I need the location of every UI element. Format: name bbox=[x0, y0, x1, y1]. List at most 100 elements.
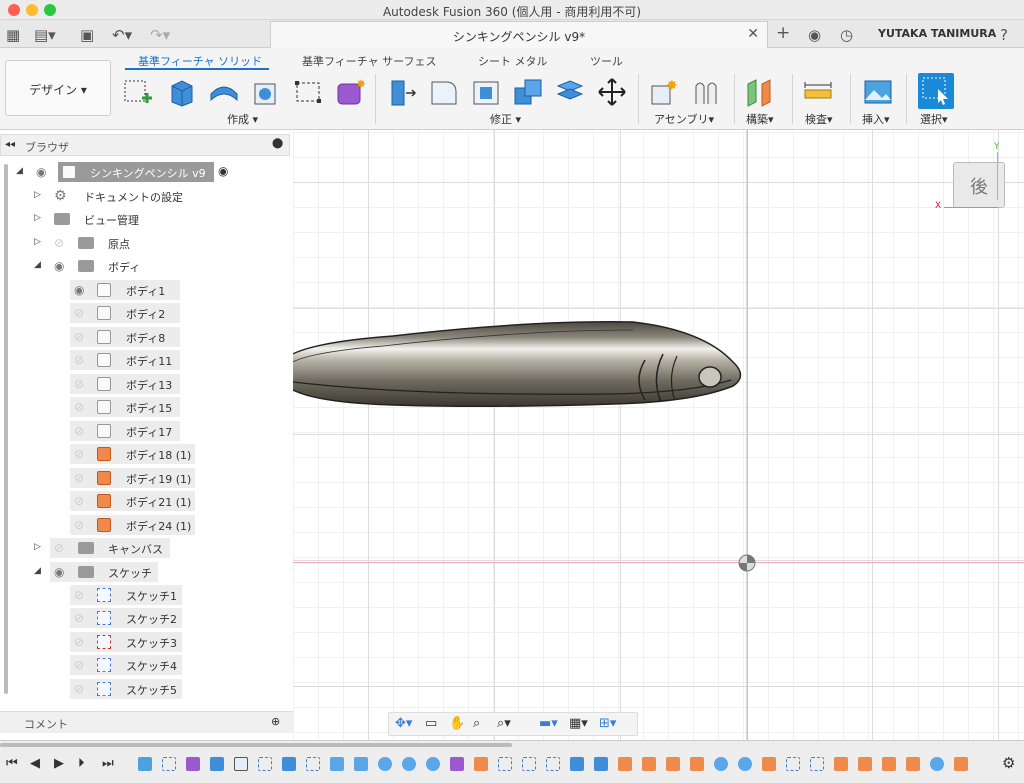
step-forward-icon[interactable]: ⏵ bbox=[78, 756, 85, 771]
eye-hidden-icon[interactable]: ⊘ bbox=[74, 424, 84, 438]
insert-group-label[interactable]: 挿入▾ bbox=[862, 111, 890, 127]
timeline-sketch-feature[interactable] bbox=[786, 757, 800, 771]
fillet-icon[interactable] bbox=[428, 76, 460, 108]
go-to-end-icon[interactable]: ⏭ bbox=[102, 756, 114, 771]
eye-hidden-icon[interactable]: ⊘ bbox=[74, 377, 84, 391]
timeline-extrude-feature[interactable] bbox=[594, 757, 608, 771]
tab-solid[interactable]: 基準フィーチャ ソリッド bbox=[138, 53, 262, 69]
body-row[interactable]: ⊘ ボディ11 bbox=[0, 350, 200, 370]
pan-icon[interactable]: ✋ bbox=[449, 716, 465, 731]
timeline-pipe-feature[interactable] bbox=[930, 757, 944, 771]
select-group-label[interactable]: 選択▾ bbox=[920, 111, 948, 127]
eye-hidden-icon[interactable]: ⊘ bbox=[54, 541, 64, 555]
body-row[interactable]: ⊘ ボディ21 (1) bbox=[0, 491, 200, 511]
timeline-combine-feature[interactable] bbox=[858, 757, 872, 771]
play-icon[interactable]: ▶ bbox=[54, 756, 64, 771]
look-at-icon[interactable]: ▭ bbox=[425, 716, 437, 731]
shell-icon[interactable] bbox=[470, 76, 502, 108]
eye-hidden-icon[interactable]: ⊘ bbox=[74, 611, 84, 625]
browser-item-document-settings[interactable]: ▷ ⚙ ドキュメントの設定 bbox=[0, 186, 200, 206]
eye-hidden-icon[interactable]: ⊘ bbox=[74, 306, 84, 320]
timeline-sketch-feature[interactable] bbox=[522, 757, 536, 771]
collapse-triangle-icon[interactable]: ◢ bbox=[34, 566, 41, 576]
eye-icon[interactable]: ◉ bbox=[74, 283, 84, 297]
browser-toggle-icon[interactable]: ⬤ bbox=[272, 138, 283, 149]
create-group-label[interactable]: 作成 ▾ bbox=[227, 111, 258, 127]
zoom-window-icon[interactable]: ⌕▾ bbox=[497, 716, 511, 731]
origin-marker-icon[interactable] bbox=[738, 554, 756, 572]
assemble-group-label[interactable]: アセンブリ▾ bbox=[654, 111, 714, 127]
close-tab-icon[interactable]: ✕ bbox=[747, 26, 759, 42]
collapse-triangle-icon[interactable]: ◢ bbox=[34, 260, 41, 270]
undo-icon[interactable]: ↶▾ bbox=[112, 26, 132, 44]
move-icon[interactable] bbox=[596, 76, 628, 108]
combine-icon[interactable] bbox=[512, 76, 544, 108]
eye-hidden-icon[interactable]: ⊘ bbox=[74, 447, 84, 461]
create-sketch-icon[interactable] bbox=[122, 76, 154, 108]
extrude-icon[interactable] bbox=[166, 76, 198, 108]
design-canvas[interactable] bbox=[277, 130, 1024, 740]
timeline-fillet-feature[interactable] bbox=[762, 757, 776, 771]
body-row[interactable]: ⊘ ボディ15 bbox=[0, 397, 200, 417]
timeline-fillet-feature[interactable] bbox=[474, 757, 488, 771]
body-row[interactable]: ◉ ボディ1 bbox=[0, 280, 200, 300]
measure-icon[interactable] bbox=[802, 76, 834, 108]
revolve-icon[interactable] bbox=[208, 76, 240, 108]
expand-triangle-icon[interactable]: ▷ bbox=[34, 237, 41, 247]
timeline-canvas-feature[interactable] bbox=[138, 757, 152, 771]
timeline-extrude-feature[interactable] bbox=[570, 757, 584, 771]
timeline-form-feature[interactable] bbox=[186, 757, 200, 771]
eye-icon[interactable]: ◉ bbox=[54, 259, 64, 273]
browser-item-sketches[interactable]: ◢ ◉ スケッチ bbox=[0, 562, 200, 582]
timeline-combine-feature[interactable] bbox=[690, 757, 704, 771]
timeline-sketch-feature[interactable] bbox=[258, 757, 272, 771]
timeline-pipe-feature[interactable] bbox=[738, 757, 752, 771]
eye-hidden-icon[interactable]: ⊘ bbox=[74, 330, 84, 344]
zoom-icon[interactable]: ⌕ bbox=[473, 716, 480, 731]
new-tab-icon[interactable]: + bbox=[776, 23, 790, 43]
go-to-start-icon[interactable]: ⏮ bbox=[6, 756, 18, 771]
add-comment-icon[interactable]: ⊕ bbox=[271, 715, 280, 728]
browser-root-row[interactable]: ◢ ◉ シンキングペンシル v9 ◉ bbox=[0, 162, 240, 182]
save-icon[interactable]: ▣ bbox=[80, 26, 94, 44]
timeline-pipe-feature[interactable] bbox=[402, 757, 416, 771]
document-tab[interactable]: シンキングペンシル v9* ✕ bbox=[270, 21, 768, 48]
workspace-switcher[interactable]: デザイン ▾ bbox=[5, 60, 111, 116]
timeline-sketch-feature[interactable] bbox=[162, 757, 176, 771]
body-row[interactable]: ⊘ ボディ19 (1) bbox=[0, 468, 200, 488]
joint-icon[interactable] bbox=[690, 76, 722, 108]
offset-plane-icon[interactable] bbox=[744, 76, 776, 108]
eye-hidden-icon[interactable]: ⊘ bbox=[74, 682, 84, 696]
body-row[interactable]: ⊘ ボディ18 (1) bbox=[0, 444, 200, 464]
timeline-shell-feature[interactable] bbox=[234, 757, 248, 771]
timeline-sketch-feature[interactable] bbox=[306, 757, 320, 771]
sketch-row[interactable]: ⊘ スケッチ1 bbox=[0, 585, 200, 605]
tab-surface[interactable]: 基準フィーチャ サーフェス bbox=[302, 53, 437, 69]
apps-grid-icon[interactable]: ▦ bbox=[6, 26, 20, 44]
box-icon[interactable] bbox=[250, 76, 282, 108]
expand-triangle-icon[interactable]: ◢ bbox=[16, 166, 23, 176]
pencil-lure-body[interactable] bbox=[273, 310, 753, 420]
timeline-sketch-feature[interactable] bbox=[810, 757, 824, 771]
clock-icon[interactable]: ◷ bbox=[840, 26, 853, 44]
press-pull-icon[interactable] bbox=[386, 76, 418, 108]
step-back-icon[interactable]: ◀ bbox=[30, 756, 40, 771]
split-body-icon[interactable] bbox=[554, 76, 586, 108]
collapse-browser-icon[interactable]: ◂◂ bbox=[5, 139, 15, 150]
expand-triangle-icon[interactable]: ▷ bbox=[34, 213, 41, 223]
timeline-sketch-feature[interactable] bbox=[498, 757, 512, 771]
timeline-pipe-feature[interactable] bbox=[714, 757, 728, 771]
body-row[interactable]: ⊘ ボディ2 bbox=[0, 303, 200, 323]
display-settings-icon[interactable]: ▬▾ bbox=[539, 716, 558, 731]
timeline-pipe-feature[interactable] bbox=[378, 757, 392, 771]
form-icon[interactable]: ✸ bbox=[334, 76, 366, 108]
eye-hidden-icon[interactable]: ⊘ bbox=[74, 658, 84, 672]
body-row[interactable]: ⊘ ボディ24 (1) bbox=[0, 515, 200, 535]
eye-icon[interactable]: ◉ bbox=[54, 565, 64, 579]
modify-group-label[interactable]: 修正 ▾ bbox=[490, 111, 521, 127]
browser-item-canvases[interactable]: ▷ ⊘ キャンバス bbox=[0, 538, 200, 558]
eye-hidden-icon[interactable]: ⊘ bbox=[74, 494, 84, 508]
body-row[interactable]: ⊘ ボディ13 bbox=[0, 374, 200, 394]
eye-hidden-icon[interactable]: ⊘ bbox=[74, 518, 84, 532]
redo-icon[interactable]: ↷▾ bbox=[150, 26, 170, 44]
